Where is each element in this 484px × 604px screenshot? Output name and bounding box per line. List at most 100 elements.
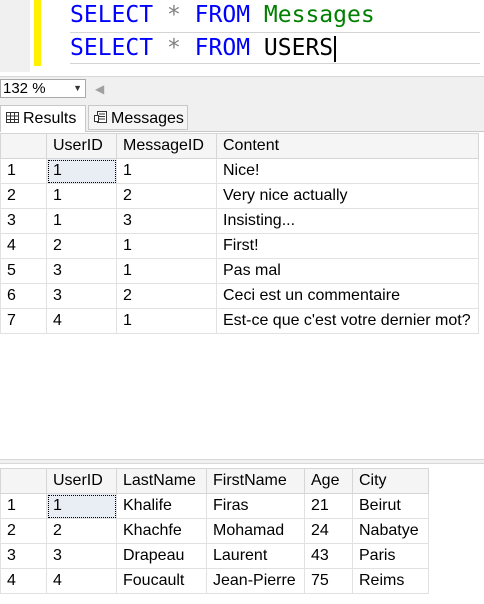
table-cell[interactable]: 3 xyxy=(46,283,117,309)
column-header[interactable]: LastName xyxy=(116,468,207,494)
header-row: UserID LastName FirstName Age City xyxy=(0,468,429,494)
text-caret xyxy=(334,35,337,62)
table-cell[interactable]: Khachfe xyxy=(116,518,207,544)
table-cell[interactable]: Nabatye xyxy=(352,518,429,544)
chevron-down-icon: ▼ xyxy=(73,83,82,93)
table-cell[interactable]: Firas xyxy=(206,493,305,519)
code-line-2[interactable]: SELECT * FROM USERS xyxy=(70,32,480,64)
table-cell[interactable]: 2 xyxy=(46,233,117,259)
table-row: 7 4 1 Est-ce que c'est votre dernier mot… xyxy=(0,308,479,334)
table-cell[interactable]: Est-ce que c'est votre dernier mot? xyxy=(216,308,479,334)
table-cell[interactable]: 24 xyxy=(304,518,353,544)
table-cell[interactable]: 75 xyxy=(304,568,353,594)
row-number[interactable]: 3 xyxy=(0,543,47,569)
row-number[interactable]: 5 xyxy=(0,258,47,284)
table-cell[interactable]: 43 xyxy=(304,543,353,569)
table-cell[interactable]: Reims xyxy=(352,568,429,594)
table-cell[interactable]: Very nice actually xyxy=(216,183,479,209)
table-row: 2 2 Khachfe Mohamad 24 Nabatye xyxy=(0,518,429,544)
table-row: 2 1 2 Very nice actually xyxy=(0,183,479,209)
table-cell[interactable]: 2 xyxy=(46,518,117,544)
table-cell[interactable]: 3 xyxy=(116,208,217,234)
column-header[interactable]: FirstName xyxy=(206,468,305,494)
table-row: 5 3 1 Pas mal xyxy=(0,258,479,284)
editor-status-bar: 132 % ▼ ◀ xyxy=(0,76,484,101)
table-cell[interactable]: 21 xyxy=(304,493,353,519)
table-cell[interactable]: Mohamad xyxy=(206,518,305,544)
row-number[interactable]: 1 xyxy=(0,493,47,519)
keyword-select: SELECT xyxy=(70,35,154,61)
table-name: Messages xyxy=(263,2,375,28)
column-header[interactable]: City xyxy=(352,468,429,494)
table-cell[interactable]: 4 xyxy=(46,568,117,594)
tab-results[interactable]: Results xyxy=(0,105,86,132)
row-header-corner[interactable] xyxy=(0,468,47,494)
operator-star: * xyxy=(166,35,181,61)
table-cell[interactable]: 1 xyxy=(46,493,117,519)
tab-messages[interactable]: Messages xyxy=(88,105,188,130)
code-line-1[interactable]: SELECT * FROM Messages xyxy=(70,0,375,30)
column-header[interactable]: Age xyxy=(304,468,353,494)
table-cell[interactable]: 4 xyxy=(46,308,117,334)
row-number[interactable]: 1 xyxy=(0,158,47,184)
column-header[interactable]: UserID xyxy=(46,468,117,494)
keyword-select: SELECT xyxy=(70,2,154,28)
row-number[interactable]: 2 xyxy=(0,183,47,209)
header-row: UserID MessageID Content xyxy=(0,133,479,159)
table-row: 6 3 2 Ceci est un commentaire xyxy=(0,283,479,309)
grid-icon xyxy=(5,106,19,131)
table-row: 3 1 3 Insisting... xyxy=(0,208,479,234)
results-grid-messages: UserID MessageID Content 1 1 1 Nice! 2 1… xyxy=(0,133,484,459)
row-number[interactable]: 2 xyxy=(0,518,47,544)
row-number[interactable]: 7 xyxy=(0,308,47,334)
tab-label: Messages xyxy=(111,110,184,127)
table-cell[interactable]: 1 xyxy=(116,308,217,334)
table-cell[interactable]: 1 xyxy=(46,183,117,209)
zoom-value: 132 % xyxy=(3,80,46,97)
table-cell[interactable]: 1 xyxy=(116,258,217,284)
tab-label: Results xyxy=(23,110,77,127)
table-cell[interactable]: Nice! xyxy=(216,158,479,184)
table-cell[interactable]: First! xyxy=(216,233,479,259)
table-cell[interactable]: Beirut xyxy=(352,493,429,519)
row-number[interactable]: 3 xyxy=(0,208,47,234)
table-cell[interactable]: Pas mal xyxy=(216,258,479,284)
table-cell[interactable]: 2 xyxy=(116,183,217,209)
operator-star: * xyxy=(166,2,181,28)
change-indicator-bar xyxy=(34,0,41,66)
results-table: UserID LastName FirstName Age City 1 1 K… xyxy=(0,468,429,594)
keyword-from: FROM xyxy=(194,2,251,28)
table-cell[interactable]: Paris xyxy=(352,543,429,569)
row-header-corner[interactable] xyxy=(0,133,47,159)
column-header[interactable]: MessageID xyxy=(116,133,217,159)
sql-editor[interactable]: SELECT * FROM Messages SELECT * FROM USE… xyxy=(0,0,484,72)
message-icon xyxy=(93,106,107,131)
grid-splitter[interactable] xyxy=(0,459,484,464)
table-cell[interactable]: Laurent xyxy=(206,543,305,569)
results-grid-users: UserID LastName FirstName Age City 1 1 K… xyxy=(0,468,484,604)
table-cell[interactable]: Khalife xyxy=(116,493,207,519)
column-header[interactable]: Content xyxy=(216,133,479,159)
table-cell[interactable]: Jean-Pierre xyxy=(206,568,305,594)
table-cell[interactable]: 1 xyxy=(116,158,217,184)
table-cell[interactable]: 3 xyxy=(46,543,117,569)
column-header[interactable]: UserID xyxy=(46,133,117,159)
table-cell[interactable]: Foucault xyxy=(116,568,207,594)
zoom-dropdown[interactable]: 132 % ▼ xyxy=(0,79,86,98)
table-cell[interactable]: 1 xyxy=(116,233,217,259)
result-tabs: Results Messages xyxy=(0,101,484,132)
table-cell[interactable]: 1 xyxy=(46,158,117,184)
table-cell[interactable]: 3 xyxy=(46,258,117,284)
table-row: 1 1 1 Nice! xyxy=(0,158,479,184)
row-number[interactable]: 4 xyxy=(0,233,47,259)
scroll-left-arrow-icon[interactable]: ◀ xyxy=(95,80,104,98)
row-number[interactable]: 4 xyxy=(0,568,47,594)
table-cell[interactable]: 1 xyxy=(46,208,117,234)
table-cell[interactable]: Ceci est un commentaire xyxy=(216,283,479,309)
table-cell[interactable]: 2 xyxy=(116,283,217,309)
row-number[interactable]: 6 xyxy=(0,283,47,309)
table-cell[interactable]: Insisting... xyxy=(216,208,479,234)
table-row: 3 3 Drapeau Laurent 43 Paris xyxy=(0,543,429,569)
table-row: 4 2 1 First! xyxy=(0,233,479,259)
table-cell[interactable]: Drapeau xyxy=(116,543,207,569)
